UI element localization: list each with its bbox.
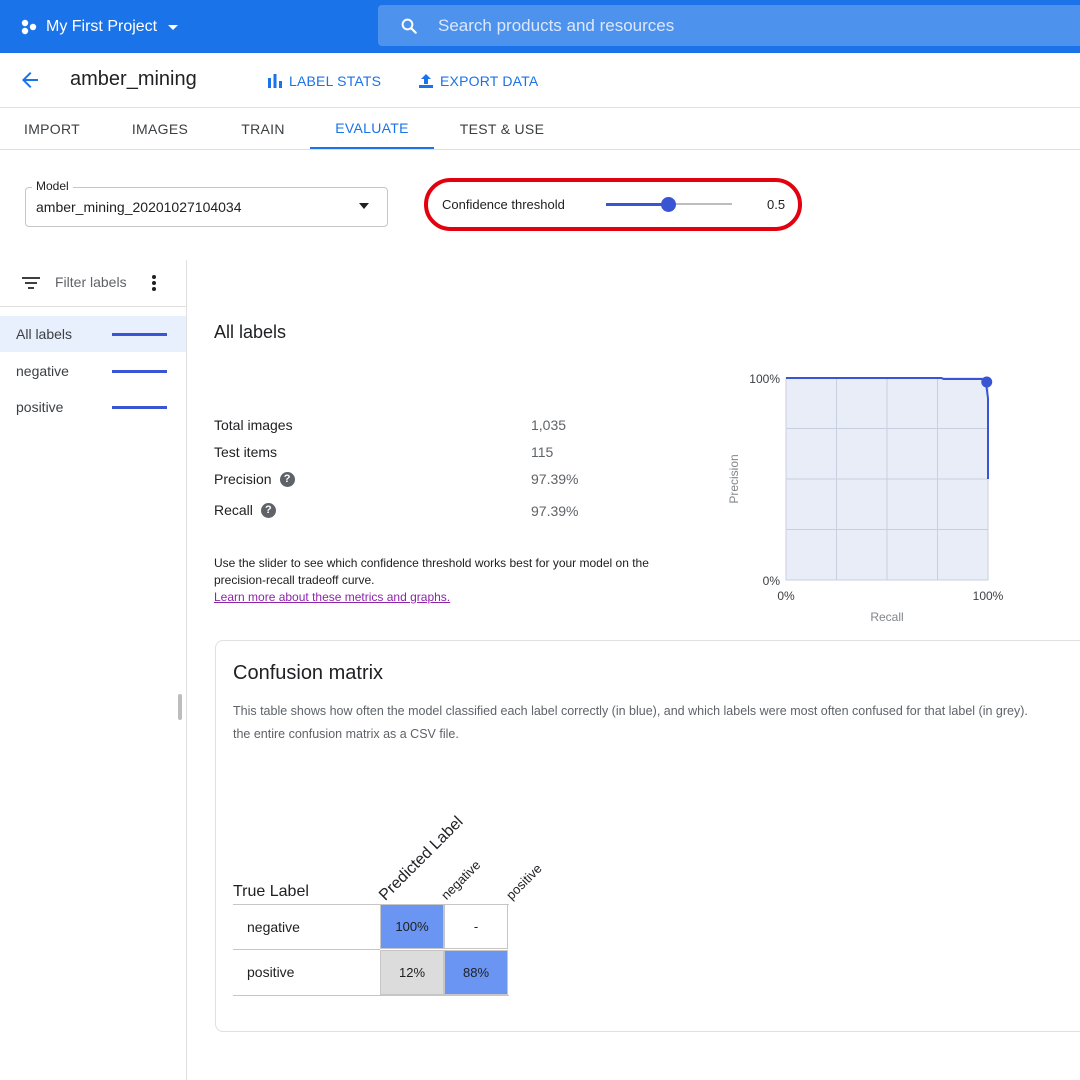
model-select-value: amber_mining_20201027104034 xyxy=(36,199,242,215)
matrix-cell: 88% xyxy=(444,950,508,995)
threshold-point[interactable] xyxy=(981,376,993,388)
confusion-matrix-description: This table shows how often the model cla… xyxy=(233,700,1080,746)
project-selector[interactable]: My First Project xyxy=(20,13,185,41)
confusion-matrix-card xyxy=(215,640,1080,1032)
stat-label-test-items: Test items xyxy=(214,444,277,460)
stat-label-text: Recall xyxy=(214,502,253,518)
true-label-header: True Label xyxy=(233,883,309,900)
back-arrow-icon[interactable] xyxy=(18,68,42,92)
stat-value-test-items: 115 xyxy=(531,444,554,460)
matrix-cell: 12% xyxy=(380,950,444,995)
filter-icon xyxy=(22,277,40,289)
divider xyxy=(0,149,1080,150)
divider xyxy=(0,306,186,307)
sidebar-item-negative[interactable]: negative xyxy=(0,353,186,389)
search-icon xyxy=(401,18,417,34)
stat-label-text: Test items xyxy=(214,444,278,460)
x-tick-label: 0% xyxy=(777,589,795,603)
x-tick-label: 100% xyxy=(973,589,1004,603)
model-select-label: Model xyxy=(32,179,73,193)
chevron-down-icon xyxy=(168,25,179,30)
learn-more-link[interactable]: Learn more about these metrics and graph… xyxy=(214,590,450,604)
description-line: the entire confusion matrix as a CSV fil… xyxy=(233,727,459,741)
stat-label-precision: Precision ? xyxy=(214,471,295,487)
series-line-swatch xyxy=(112,405,167,409)
export-data-label: EXPORT DATA xyxy=(440,73,539,89)
y-tick-label: 100% xyxy=(749,372,780,386)
y-axis-label: Precision xyxy=(727,454,741,503)
sidebar-item-all-labels[interactable]: All labels xyxy=(0,316,186,352)
row-label-negative: negative xyxy=(247,919,300,935)
tab-images[interactable]: IMAGES xyxy=(106,108,214,149)
section-title: All labels xyxy=(214,322,287,342)
help-icon[interactable]: ? xyxy=(260,502,276,518)
dataset-title: amber_mining xyxy=(70,68,197,90)
filter-labels-input[interactable]: Filter labels xyxy=(55,274,127,290)
stat-label-text: Precision xyxy=(214,471,272,487)
matrix-cell: 100% xyxy=(380,904,444,949)
sidebar-item-label: negative xyxy=(16,363,69,379)
table-row-divider xyxy=(233,949,380,950)
project-icon xyxy=(21,19,37,35)
stat-label-total-images: Total images xyxy=(214,417,293,433)
stat-value-total-images: 1,035 xyxy=(531,417,567,433)
sidebar-divider xyxy=(186,260,187,1080)
slider-fill xyxy=(606,203,668,206)
export-data-button[interactable]: EXPORT DATA xyxy=(417,70,538,92)
sidebar-item-positive[interactable]: positive xyxy=(0,389,186,425)
confidence-threshold-label: Confidence threshold xyxy=(442,197,565,212)
tab-evaluate[interactable]: EVALUATE xyxy=(310,108,434,149)
tab-train[interactable]: TRAIN xyxy=(214,108,312,149)
matrix-cell: - xyxy=(444,904,508,949)
description-line: This table shows how often the model cla… xyxy=(233,704,1028,718)
tab-import[interactable]: IMPORT xyxy=(0,108,104,149)
y-tick-label: 0% xyxy=(763,574,781,588)
series-line-swatch xyxy=(112,332,167,336)
label-stats-label: LABEL STATS xyxy=(289,73,382,89)
dropdown-arrow-icon[interactable] xyxy=(359,203,369,209)
sidebar-item-label: All labels xyxy=(16,326,73,342)
more-vert-icon[interactable] xyxy=(147,273,161,293)
label-stats-button[interactable]: LABEL STATS xyxy=(266,70,381,92)
stat-label-text: Total images xyxy=(214,417,293,433)
x-axis-label: Recall xyxy=(870,610,903,624)
search-bar[interactable] xyxy=(378,5,1080,46)
stat-value-recall: 97.39% xyxy=(531,503,579,519)
bar-chart-icon xyxy=(268,74,282,88)
slider-thumb[interactable] xyxy=(661,197,676,212)
project-name: My First Project xyxy=(46,18,158,35)
search-input[interactable] xyxy=(436,14,1040,37)
row-label-positive: positive xyxy=(247,964,295,980)
confusion-matrix-title: Confusion matrix xyxy=(233,662,384,684)
stat-label-recall: Recall ? xyxy=(214,502,276,518)
precision-recall-chart: 100% 0% 0% 100% Recall Precision xyxy=(727,372,1004,624)
upload-icon xyxy=(419,74,433,88)
confidence-threshold-value: 0.5 xyxy=(767,197,786,212)
slider-description: Use the slider to see which confidence t… xyxy=(214,556,649,587)
tab-test-and-use[interactable]: TEST & USE xyxy=(442,108,562,149)
sidebar-item-label: positive xyxy=(16,399,64,415)
help-icon[interactable]: ? xyxy=(279,471,295,487)
table-row-divider xyxy=(233,995,509,996)
series-line-swatch xyxy=(112,369,167,373)
stat-value-precision: 97.39% xyxy=(531,471,579,487)
resize-handle[interactable] xyxy=(178,694,182,720)
